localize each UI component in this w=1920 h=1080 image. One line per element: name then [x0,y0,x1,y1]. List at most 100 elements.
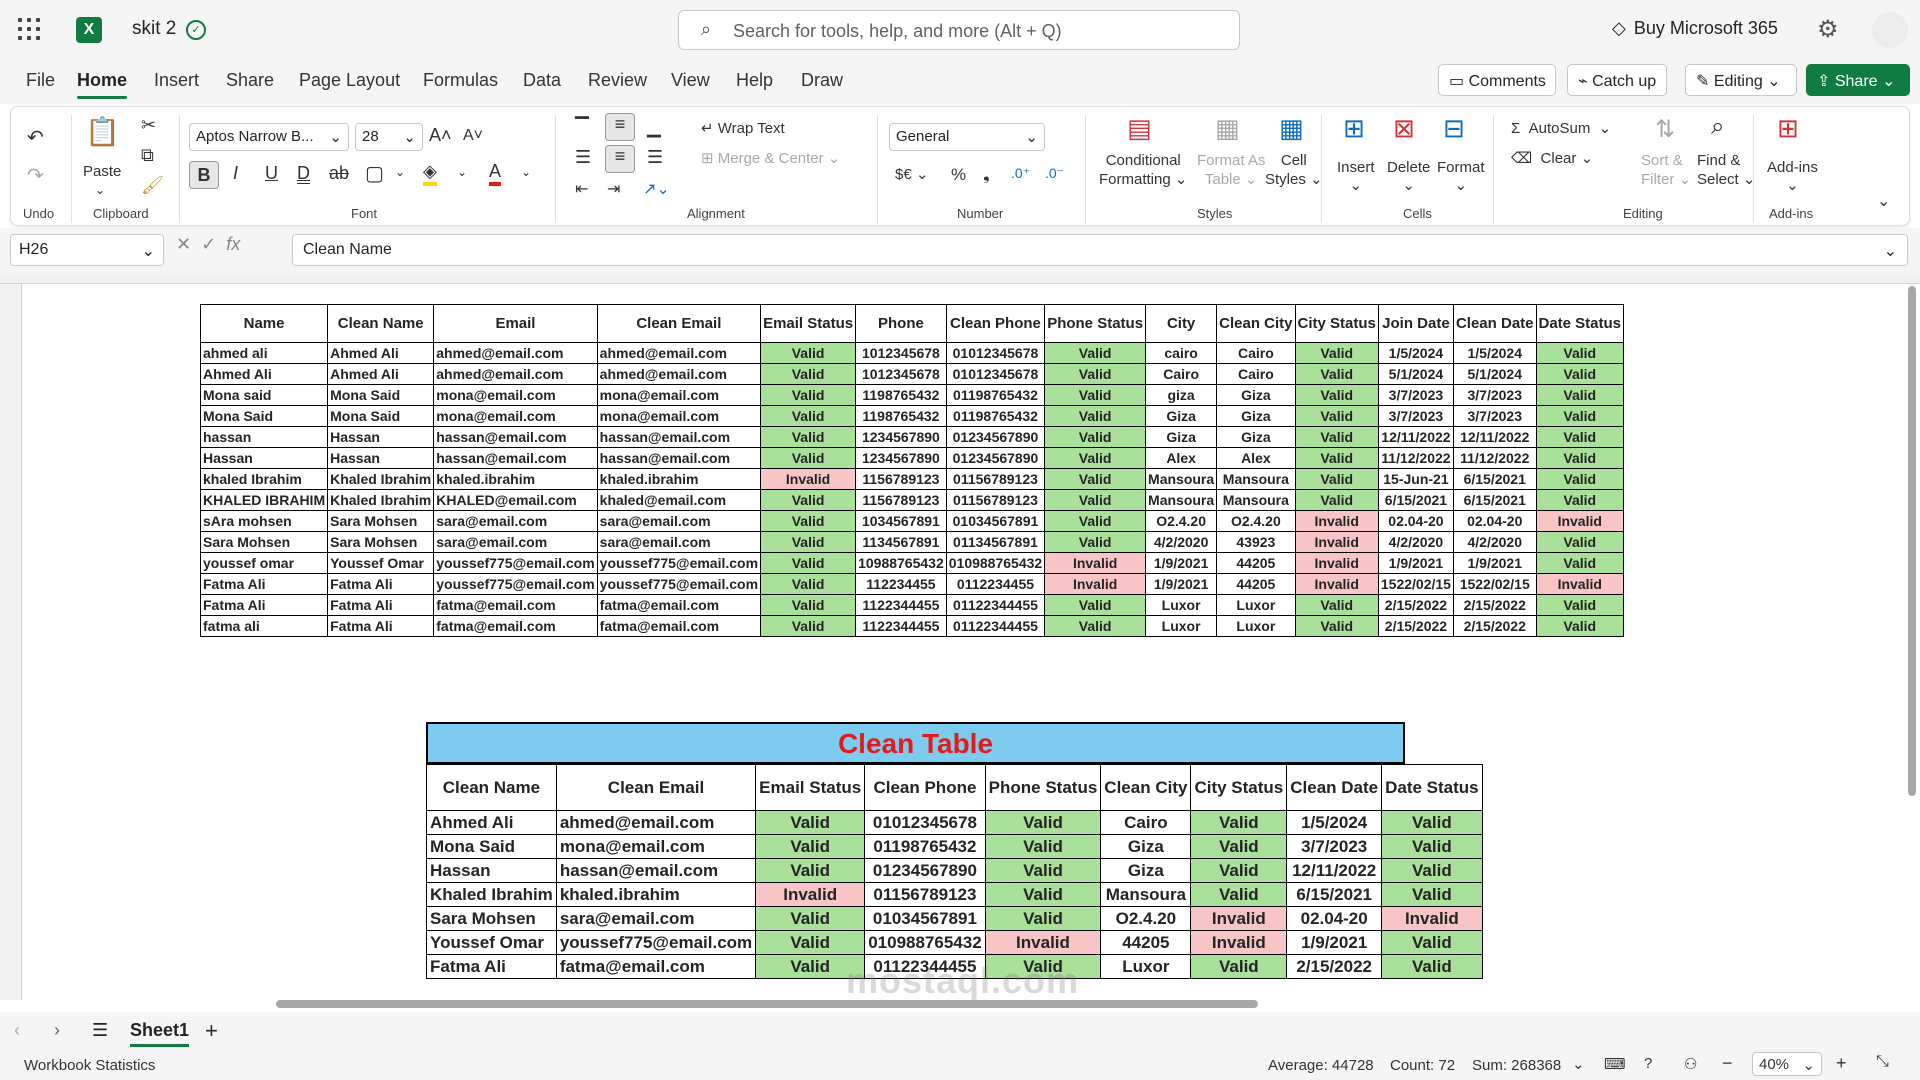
table-cell[interactable]: sara@email.com [433,531,598,553]
table-cell[interactable]: 010988765432 [864,930,986,955]
table-cell[interactable]: Youssef Omar [426,930,557,955]
column-header[interactable]: Join Date [1377,304,1454,343]
table-cell[interactable]: Mansoura [1100,882,1192,907]
status-cell[interactable]: Invalid [1044,552,1147,574]
chevron-down-icon[interactable]: ⌄ [521,165,531,179]
cell-styles-icon[interactable]: ▦ [1279,113,1304,144]
table-cell[interactable]: Youssef Omar [327,552,435,574]
next-sheet-icon[interactable]: › [54,1020,60,1041]
insert-cells-button[interactable]: Insert ⌄ [1337,159,1375,194]
tab-file[interactable]: File [26,70,55,91]
strikethrough-button[interactable]: ab [329,163,349,184]
table-cell[interactable]: 02.04-20 [1452,510,1537,532]
status-cell[interactable]: Valid [1535,384,1625,406]
table-cell[interactable]: 02.04-20 [1286,906,1383,931]
status-cell[interactable]: Valid [760,531,857,553]
table-cell[interactable]: Hassan [327,447,435,469]
column-header[interactable]: City Status [1190,764,1288,811]
table-cell[interactable]: 1/5/2024 [1286,810,1383,835]
status-cell[interactable]: Valid [1294,384,1379,406]
table-cell[interactable]: 44205 [1216,573,1296,595]
status-cell[interactable]: Valid [1294,342,1379,364]
table-cell[interactable]: ahmed@email.com [555,810,757,835]
column-header[interactable]: Clean Phone [945,304,1046,343]
column-headers[interactable] [0,274,1920,284]
table-cell[interactable]: 2/15/2022 [1452,594,1537,616]
status-cell[interactable]: Valid [1535,489,1625,511]
orientation-icon[interactable]: ↗⌄ [643,179,670,199]
status-cell[interactable]: Valid [1044,615,1147,637]
column-header[interactable]: Phone [855,304,947,343]
table-cell[interactable]: 5/1/2024 [1452,363,1537,385]
table-cell[interactable]: 01156789123 [864,882,986,907]
table-cell[interactable]: ahmed@email.com [433,363,598,385]
align-middle-icon[interactable]: ≡ [605,113,635,141]
column-header[interactable]: Clean City [1100,764,1192,811]
add-sheet-icon[interactable]: + [205,1018,218,1044]
status-cell[interactable]: Valid [1190,954,1288,979]
table-cell[interactable]: Cairo [1145,363,1218,385]
status-cell[interactable]: Valid [755,906,866,931]
table-cell[interactable]: 1234567890 [855,426,947,448]
table-cell[interactable]: 01198765432 [864,834,986,859]
find-select-button[interactable]: Find & Select ⌄ [1697,151,1755,189]
table-cell[interactable]: 6/15/2021 [1452,489,1537,511]
table-cell[interactable]: sara@email.com [596,510,762,532]
table-cell[interactable]: 11/12/2022 [1377,447,1454,469]
conditional-formatting-button[interactable]: Conditional Formatting ⌄ [1099,151,1187,189]
table-cell[interactable]: O2.4.20 [1145,510,1218,532]
status-cell[interactable]: Valid [1381,810,1483,835]
table-cell[interactable]: KHALED@email.com [433,489,598,511]
table-cell[interactable]: 01198765432 [945,405,1046,427]
table-cell[interactable]: 43923 [1216,531,1296,553]
table-cell[interactable]: 01234567890 [945,447,1046,469]
format-cells-icon[interactable]: ⊟ [1443,113,1465,144]
table-cell[interactable]: hassan@email.com [433,426,598,448]
status-cell[interactable]: Valid [760,426,857,448]
table-cell[interactable]: 01156789123 [945,489,1046,511]
table-cell[interactable]: 4/2/2020 [1452,531,1537,553]
table-cell[interactable]: khaled.ibrahim [433,468,598,490]
table-cell[interactable]: Alex [1145,447,1218,469]
table-cell[interactable]: Fatma Ali [327,615,435,637]
column-header[interactable]: City [1145,304,1218,343]
table-cell[interactable]: 1/5/2024 [1377,342,1454,364]
table-cell[interactable]: 01012345678 [864,810,986,835]
accessibility-icon[interactable]: ⚇ [1684,1055,1697,1073]
table-cell[interactable]: 1522/02/15 [1377,573,1454,595]
status-cell[interactable]: Valid [1294,447,1379,469]
table-cell[interactable]: Mona said [199,384,329,406]
decrease-decimal-icon[interactable]: .0⁻ [1045,165,1064,182]
status-cell[interactable]: Invalid [984,930,1102,955]
table-cell[interactable]: 1122344455 [855,594,947,616]
status-cell[interactable]: Valid [1535,426,1625,448]
vertical-scrollbar[interactable] [1906,276,1918,992]
status-cell[interactable]: Invalid [1535,573,1625,595]
status-cell[interactable]: Valid [984,882,1102,907]
sort-filter-button[interactable]: Sort & Filter ⌄ [1641,151,1691,189]
tab-home[interactable]: Home [77,70,128,99]
status-cell[interactable]: Valid [1381,882,1483,907]
status-cell[interactable]: Valid [760,489,857,511]
table-cell[interactable]: Khaled Ibrahim [327,468,435,490]
table-cell[interactable]: 01034567891 [864,906,986,931]
table-cell[interactable]: Fatma Ali [199,594,329,616]
status-cell[interactable]: Valid [760,384,857,406]
align-bottom-icon[interactable]: ▁ [647,117,661,138]
status-cell[interactable]: Valid [984,810,1102,835]
table-cell[interactable]: O2.4.20 [1100,906,1192,931]
table-cell[interactable]: O2.4.20 [1216,510,1296,532]
table-cell[interactable]: Hassan [327,426,435,448]
tab-insert[interactable]: Insert [154,70,199,91]
status-cell[interactable]: Valid [984,906,1102,931]
table-cell[interactable]: 1156789123 [855,468,947,490]
table-cell[interactable]: 11/12/2022 [1452,447,1537,469]
document-title[interactable]: skit 2 [132,18,176,40]
table-cell[interactable]: youssef775@email.com [596,552,762,574]
table-cell[interactable]: Mona Said [199,405,329,427]
column-header[interactable]: Email [433,304,598,343]
table-cell[interactable]: youssef775@email.com [555,930,757,955]
table-cell[interactable]: fatma@email.com [433,615,598,637]
enter-icon[interactable]: ✓ [201,234,221,254]
status-cell[interactable]: Invalid [1190,906,1288,931]
